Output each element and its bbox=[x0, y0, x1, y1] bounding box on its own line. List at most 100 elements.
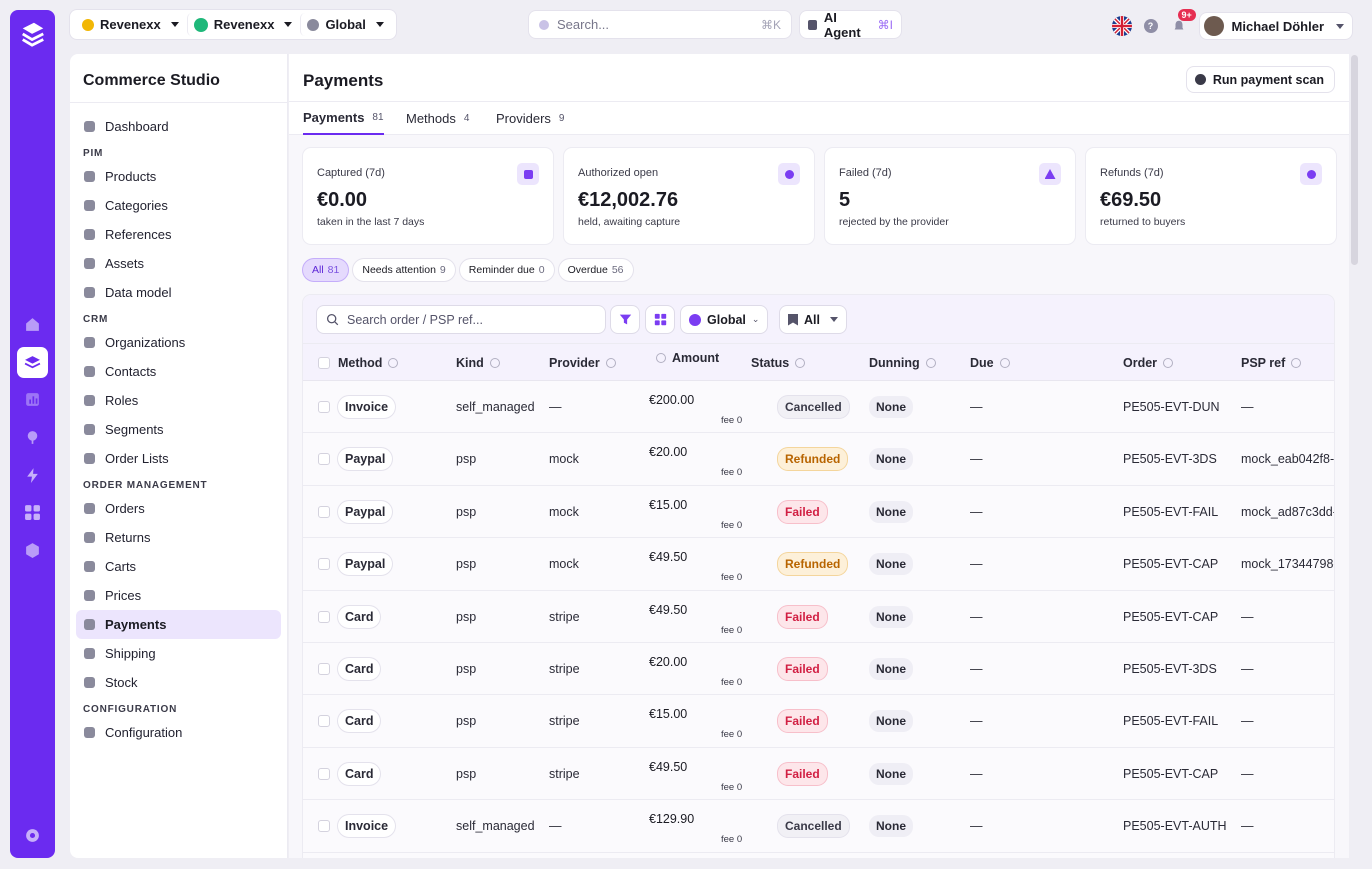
sidebar-item-roles[interactable]: Roles bbox=[76, 386, 281, 415]
info-icon bbox=[1291, 358, 1302, 368]
column-header-amount[interactable]: Amount bbox=[656, 339, 719, 377]
sidebar-item-segments[interactable]: Segments bbox=[76, 415, 281, 444]
analytics-icon[interactable] bbox=[17, 384, 48, 415]
row-checkbox[interactable] bbox=[318, 558, 330, 571]
chip-reminder-due[interactable]: Reminder due 0 bbox=[459, 259, 554, 281]
cell-method: Invoice bbox=[338, 381, 396, 433]
row-checkbox[interactable] bbox=[318, 662, 330, 675]
chip-overdue[interactable]: Overdue 56 bbox=[558, 259, 633, 281]
sidebar-item-prices[interactable]: Prices bbox=[76, 581, 281, 610]
cell-order[interactable]: PE505-EVT-CAP bbox=[1123, 538, 1218, 590]
uk-flag-icon[interactable] bbox=[1111, 16, 1132, 36]
row-checkbox[interactable] bbox=[318, 401, 330, 413]
chip-all[interactable]: All 81 bbox=[303, 259, 349, 281]
sidebar-item-organizations[interactable]: Organizations bbox=[76, 328, 281, 357]
user-menu[interactable]: Michael Döhler bbox=[1199, 13, 1352, 39]
sidebar-item-order-lists[interactable]: Order Lists bbox=[76, 444, 281, 473]
cell-method: Invoice bbox=[338, 800, 396, 852]
sidebar-item-configuration[interactable]: Configuration bbox=[76, 718, 281, 747]
sidebar-item-references[interactable]: References bbox=[76, 220, 281, 249]
list-selector[interactable]: All bbox=[780, 306, 846, 333]
column-header-status[interactable]: Status bbox=[751, 344, 806, 382]
location-icon[interactable] bbox=[17, 422, 48, 453]
column-header-psp-ref[interactable]: PSP ref bbox=[1241, 344, 1302, 382]
apps-icon[interactable] bbox=[17, 497, 48, 528]
sidebar-item-products[interactable]: Products bbox=[76, 162, 281, 191]
cell-order[interactable]: PE505-EVT-FAIL bbox=[1123, 695, 1218, 747]
tab-methods[interactable]: Methods 4 bbox=[406, 102, 469, 135]
column-header-kind[interactable]: Kind bbox=[456, 344, 500, 382]
sidebar-item-label: Prices bbox=[105, 588, 142, 603]
notifications-bell-icon[interactable]: 9+ bbox=[1170, 9, 1196, 35]
row-checkbox[interactable] bbox=[318, 505, 330, 518]
sidebar-item-label: Contacts bbox=[105, 364, 157, 379]
sidebar-item-assets[interactable]: Assets bbox=[76, 249, 281, 278]
table-row[interactable]: Invoice self_managed — €129.90 fee 0 Can… bbox=[303, 800, 1334, 853]
cell-order[interactable]: PE505-EVT-FAIL bbox=[1123, 486, 1218, 538]
brand-selector[interactable]: Revenexx bbox=[76, 13, 185, 36]
scope-selector[interactable]: Global ⌄ bbox=[681, 306, 768, 333]
cell-order[interactable]: PE505-EVT-CAP bbox=[1123, 591, 1218, 643]
sidebar-item-contacts[interactable]: Contacts bbox=[76, 357, 281, 386]
ai-agent-button[interactable]: AI Agent ⌘I bbox=[800, 10, 901, 40]
select-all-checkbox[interactable] bbox=[318, 357, 330, 369]
roles-icon bbox=[84, 395, 95, 406]
help-icon[interactable]: ? bbox=[1143, 19, 1158, 33]
sidebar-item-orders[interactable]: Orders bbox=[76, 494, 281, 523]
chip-needs-attention[interactable]: Needs attention 9 bbox=[353, 259, 455, 281]
info-icon bbox=[388, 358, 399, 368]
sidebar-item-shipping[interactable]: Shipping bbox=[76, 639, 281, 668]
tab-providers[interactable]: Providers 9 bbox=[496, 102, 564, 135]
table-row[interactable]: Paypal psp mock €15.00 fee 0 Failed None… bbox=[303, 485, 1334, 539]
table-row[interactable]: Paypal psp mock €49.50 fee 0 Refunded No… bbox=[303, 538, 1334, 591]
sidebar-item-carts[interactable]: Carts bbox=[76, 552, 281, 581]
table-row[interactable]: Card psp stripe €20.00 fee 0 Failed None… bbox=[303, 642, 1334, 696]
row-checkbox[interactable] bbox=[318, 610, 330, 623]
table-row[interactable]: Card psp stripe €49.50 fee 0 Failed None… bbox=[303, 590, 1334, 643]
column-header-method[interactable]: Method bbox=[338, 344, 399, 382]
region-selector[interactable]: Global bbox=[300, 13, 389, 36]
order-search-input[interactable]: Search order / PSP ref... bbox=[317, 306, 605, 333]
cell-order[interactable]: PE505-EVT-3DS bbox=[1123, 433, 1217, 485]
table-row[interactable]: Card psp stripe €49.50 fee 0 Failed None… bbox=[303, 747, 1334, 801]
layout-toggle-button[interactable] bbox=[646, 306, 674, 333]
cell-fee: fee 0 bbox=[721, 415, 743, 426]
sidebar-item-returns[interactable]: Returns bbox=[76, 523, 281, 552]
cell-order[interactable]: PE505-EVT-DUN bbox=[1123, 381, 1220, 433]
row-checkbox[interactable] bbox=[318, 820, 330, 833]
table-row[interactable]: Card psp stripe €15.00 fee 0 Failed None… bbox=[303, 695, 1334, 748]
global-search-input[interactable]: Search... ⌘K bbox=[529, 11, 791, 38]
cell-order[interactable]: PE505-EVT-3DS bbox=[1123, 643, 1217, 695]
sidebar-item-payments[interactable]: Payments bbox=[76, 610, 281, 639]
column-header-order[interactable]: Order bbox=[1123, 344, 1174, 382]
home-icon[interactable] bbox=[17, 309, 48, 340]
row-checkbox[interactable] bbox=[318, 715, 330, 728]
app-logo-icon[interactable] bbox=[18, 18, 47, 48]
channel-selector[interactable]: Revenexx bbox=[186, 13, 299, 36]
products-icon bbox=[84, 171, 95, 182]
column-header-provider[interactable]: Provider bbox=[549, 344, 616, 382]
page-scrollbar[interactable] bbox=[1351, 55, 1358, 265]
table-row[interactable]: Paypal psp mock €20.00 fee 0 Refunded No… bbox=[303, 433, 1334, 486]
run-payment-scan-button[interactable]: Run payment scan bbox=[1186, 67, 1334, 92]
sidebar-item-data-model[interactable]: Data model bbox=[76, 278, 281, 307]
table-row[interactable]: Invoice self_managed — €200.00 fee 0 Can… bbox=[303, 381, 1334, 434]
cell-order[interactable]: PE505-EVT-CAP bbox=[1123, 748, 1218, 800]
cube-icon[interactable] bbox=[17, 535, 48, 566]
filter-button[interactable] bbox=[611, 306, 639, 333]
column-header-dunning[interactable]: Dunning bbox=[869, 344, 936, 382]
row-checkbox[interactable] bbox=[318, 453, 330, 466]
sidebar-item-categories[interactable]: Categories bbox=[76, 191, 281, 220]
cell-psp-ref: mock_17344798- bbox=[1241, 557, 1334, 572]
cell-psp-ref: — bbox=[1241, 609, 1254, 624]
sidebar-item-stock[interactable]: Stock bbox=[76, 668, 281, 697]
cell-method: Paypal bbox=[338, 486, 393, 538]
layers-icon[interactable] bbox=[17, 347, 48, 378]
sidebar-item-dashboard[interactable]: Dashboard bbox=[76, 112, 281, 141]
settings-gear-icon[interactable] bbox=[17, 820, 48, 851]
column-header-due[interactable]: Due bbox=[970, 344, 1010, 382]
row-checkbox[interactable] bbox=[318, 767, 330, 780]
cell-order[interactable]: PE505-EVT-AUTH bbox=[1123, 800, 1227, 852]
lightning-icon[interactable] bbox=[17, 460, 48, 491]
tab-payments[interactable]: Payments 81 bbox=[303, 102, 384, 135]
